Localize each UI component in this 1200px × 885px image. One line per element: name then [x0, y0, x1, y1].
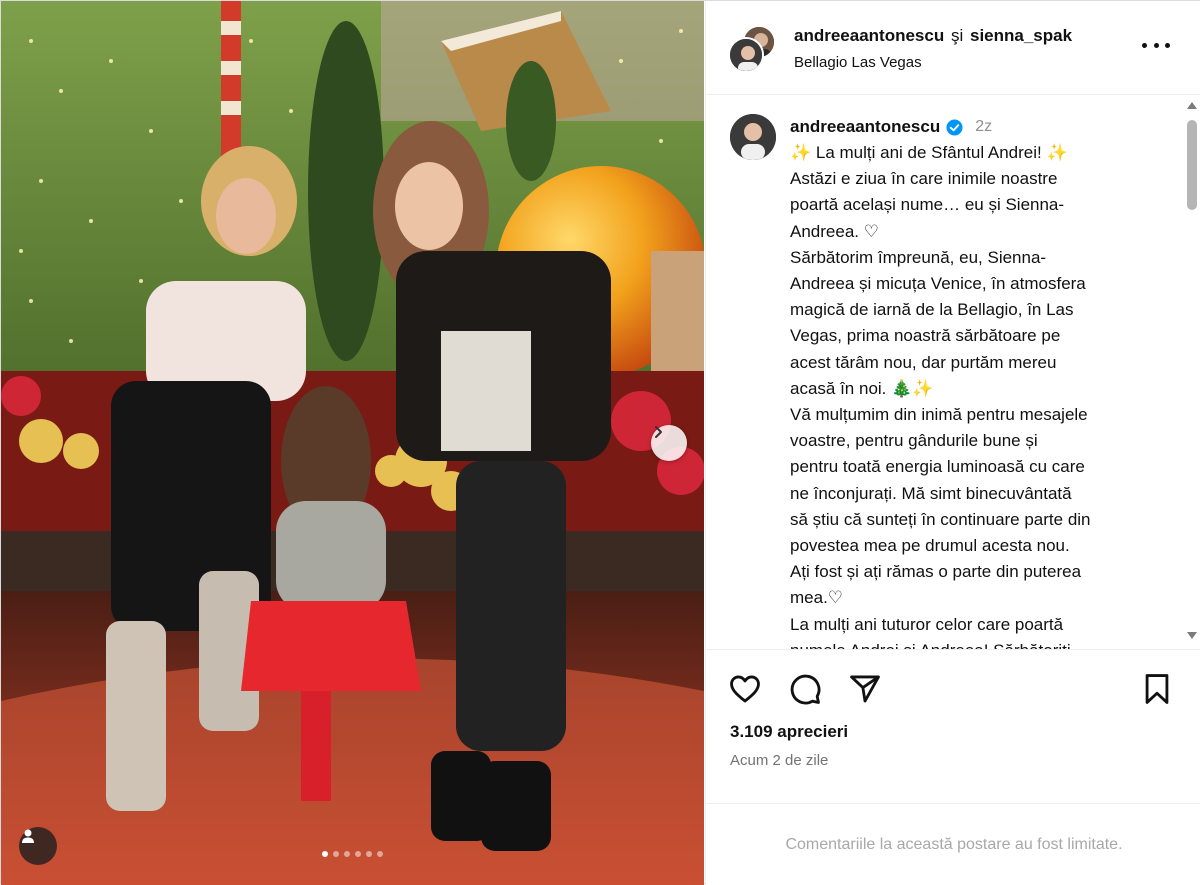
caption-line: Astăzi e ziua în care inimile noastre	[790, 169, 1058, 189]
post-photo[interactable]	[1, 1, 704, 885]
comment-icon[interactable]	[788, 672, 822, 706]
caption-line: să știu că sunteți în continuare parte d…	[790, 509, 1091, 529]
author-link[interactable]: sienna_spak	[970, 26, 1072, 45]
location-link[interactable]: Bellagio Las Vegas	[794, 54, 922, 71]
avatar-image	[730, 39, 762, 71]
caption-line: ✨ La mulți ani de Sfântul Andrei! ✨	[790, 143, 1068, 162]
avatar-image	[730, 114, 776, 160]
caption-line: Vă mulțumim din inimă pentru mesajele	[790, 405, 1088, 425]
caption-line: Andreea și micuța Venice, în atmosfera	[790, 274, 1086, 294]
likes-count[interactable]: 3.109 aprecieri	[730, 722, 848, 742]
caption-line: ne înconjurați. Mă simt binecuvântată	[790, 483, 1072, 503]
caption-line: Ați fost și ați rămas o parte din putere…	[790, 562, 1082, 582]
caption-line: voastre, pentru gândurile bune și	[790, 431, 1038, 451]
comments-limited-notice: Comentariile la această postare au fost …	[706, 803, 1200, 885]
scroll-thumb[interactable]	[1187, 120, 1197, 210]
caption-line: pentru toată energia luminoasă cu care	[790, 457, 1085, 477]
collab-avatars[interactable]	[728, 25, 780, 75]
caption-section[interactable]: andreeaantonescu 2z ✨ La mulți ani de Sf…	[706, 96, 1200, 649]
more-options-icon	[1142, 42, 1147, 48]
more-options-button[interactable]	[1142, 35, 1170, 55]
share-icon[interactable]	[848, 672, 882, 706]
caption-line: Andreea. ♡	[790, 221, 879, 241]
caption-text: ✨ La mulți ani de Sfântul Andrei! ✨ Astăz…	[790, 140, 1174, 649]
carousel-dot	[344, 851, 350, 857]
caption-line: acest tărâm nou, dar purtăm mereu	[790, 352, 1057, 372]
caption-line: La mulți ani tuturor celor care poartă	[790, 614, 1064, 634]
action-bar	[728, 672, 1184, 706]
caption-line: Sărbătorim împreună, eu, Sienna-	[790, 247, 1047, 267]
heart-icon[interactable]	[728, 672, 762, 706]
caption-line: acasă în noi. 🎄✨	[790, 378, 934, 398]
post-header: andreeaantonescu şi sienna_spak Bellagio…	[706, 1, 1200, 95]
photo-illustration	[1, 1, 704, 885]
author-link[interactable]: andreeaantonescu	[794, 26, 944, 45]
caption-time[interactable]: 2z	[975, 118, 992, 136]
post-side-panel: andreeaantonescu şi sienna_spak Bellagio…	[705, 1, 1200, 885]
post-actions: 3.109 aprecieri Acum 2 de zile	[706, 649, 1200, 809]
carousel-dot	[333, 851, 339, 857]
scroll-up-icon[interactable]	[1187, 102, 1197, 109]
carousel-dot	[366, 851, 372, 857]
caption-line: poartă același nume… eu și Sienna-	[790, 195, 1065, 215]
post-dialog: andreeaantonescu şi sienna_spak Bellagio…	[0, 0, 1200, 885]
chevron-right-icon	[655, 426, 662, 438]
caption-author: andreeaantonescu 2z	[790, 117, 992, 137]
avatar[interactable]	[728, 37, 764, 73]
caption-line: magică de iarnă de la Bellagio, în Las	[790, 300, 1074, 320]
caption-line: Vegas, prima noastră sărbătoare pe	[790, 326, 1061, 346]
carousel-dot	[355, 851, 361, 857]
scroll-down-icon[interactable]	[1187, 632, 1197, 639]
verified-badge-icon	[946, 118, 963, 136]
avatar[interactable]	[730, 114, 776, 160]
post-authors: andreeaantonescu şi sienna_spak	[794, 26, 1072, 46]
caption-line: povestea mea pe drumul acesta nou.	[790, 536, 1070, 556]
caption-line: mea.♡	[790, 588, 844, 608]
carousel-dot	[377, 851, 383, 857]
carousel-dot	[322, 851, 328, 857]
author-conjunction: şi	[950, 26, 964, 45]
bookmark-icon[interactable]	[1140, 672, 1174, 706]
user-tag-icon	[22, 829, 34, 843]
tagged-users-button[interactable]	[19, 827, 57, 865]
caption-scrollbar[interactable]	[1184, 96, 1200, 649]
caption-line: numele Andrei și Andreea! Sărbătoriți	[790, 638, 1174, 649]
carousel-indicator	[1, 851, 704, 857]
post-timestamp[interactable]: Acum 2 de zile	[730, 752, 828, 769]
caption-username[interactable]: andreeaantonescu	[790, 117, 940, 137]
next-photo-button[interactable]	[651, 425, 687, 461]
